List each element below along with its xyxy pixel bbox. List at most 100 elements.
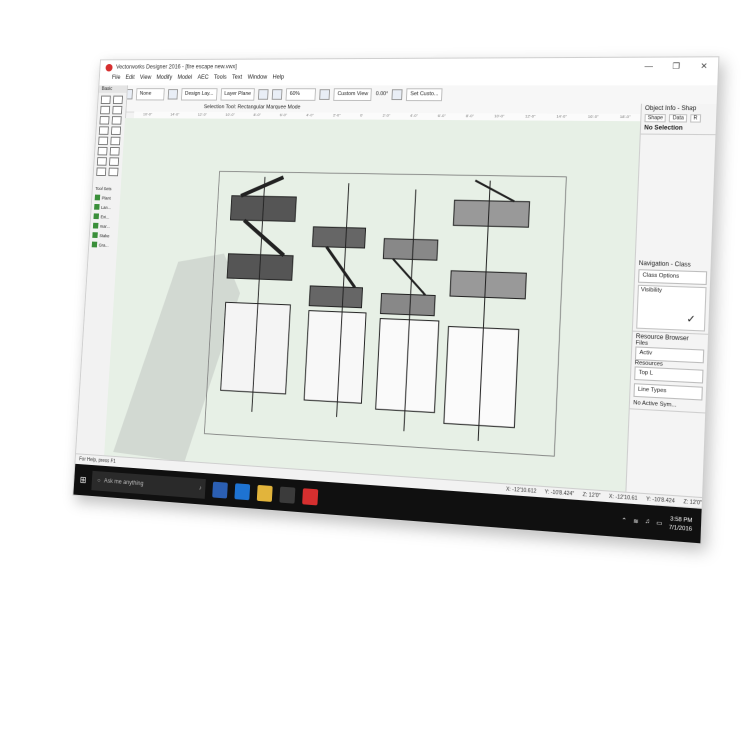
- line-tool-icon[interactable]: [99, 126, 109, 134]
- layer-dropdown[interactable]: Design Lay...: [181, 88, 217, 100]
- angle-value[interactable]: 0.00°: [376, 91, 389, 97]
- window-controls: — ❐ ✕: [635, 61, 718, 71]
- maximize-button[interactable]: ❐: [662, 61, 690, 70]
- oval-tool-icon[interactable]: [109, 157, 119, 166]
- cortana-icon: ○: [97, 478, 101, 484]
- visibility-list[interactable]: Visibility ✓: [636, 285, 706, 332]
- tab-render[interactable]: R: [690, 114, 701, 122]
- toolset-grade[interactable]: Gra...: [89, 240, 118, 250]
- line-types-item[interactable]: Line Types: [633, 383, 702, 400]
- tab-shape[interactable]: Shape: [644, 114, 666, 122]
- zoom-icon[interactable]: [272, 89, 283, 100]
- microphone-icon[interactable]: ♪: [199, 486, 206, 492]
- chevron-up-icon[interactable]: ⌃: [621, 516, 627, 524]
- drawing-area[interactable]: [104, 118, 641, 493]
- menu-text[interactable]: Text: [232, 75, 243, 85]
- ruler-tick: 2'-0": [333, 113, 341, 120]
- panel-spacer: [636, 135, 716, 261]
- arc-tool-icon[interactable]: [97, 147, 107, 156]
- visible-check-icon[interactable]: ✓: [686, 314, 696, 326]
- selection-status: No Selection: [644, 125, 713, 132]
- task-view-icon[interactable]: [212, 482, 228, 499]
- x-coordinate-2: X: -12'10.61: [609, 494, 638, 502]
- existing-icon: [93, 213, 99, 219]
- window-title: Vectorworks Designer 2016 - [fire escape…: [116, 64, 237, 70]
- ruler-tick: 18'-0": [620, 114, 631, 121]
- palette-title: Basic: [99, 85, 127, 92]
- clock[interactable]: 3:58 PM 7/1/2016: [669, 515, 693, 534]
- menu-view[interactable]: View: [139, 75, 151, 85]
- navigation-title: Navigation - Class: [639, 261, 708, 269]
- menu-help[interactable]: Help: [272, 75, 284, 86]
- z-coordinate-2: Z: 12'0": [683, 499, 702, 507]
- minimize-button[interactable]: —: [635, 61, 663, 70]
- menu-tools[interactable]: Tools: [213, 75, 226, 85]
- ruler-tick: 16'-0": [588, 114, 599, 121]
- vectorworks-icon: [105, 64, 112, 71]
- toolset-label: Exi...: [100, 214, 109, 219]
- wifi-icon[interactable]: ≋: [633, 517, 639, 525]
- ruler-tick: 10'-0": [494, 113, 505, 120]
- polygon-tool-icon[interactable]: [110, 147, 120, 156]
- zoom-dropdown[interactable]: 60%: [286, 88, 317, 101]
- file-explorer-icon[interactable]: [257, 485, 273, 502]
- class-dropdown[interactable]: None: [136, 88, 165, 100]
- ruler-tick: 0': [360, 113, 363, 120]
- circle-tool-icon[interactable]: [110, 137, 120, 146]
- layer-icon[interactable]: [168, 89, 178, 99]
- zoom-tool-icon[interactable]: [112, 106, 122, 114]
- y-coordinate: Y: -10'8.424": [545, 489, 575, 497]
- object-info-title: Object Info - Shap: [645, 106, 713, 112]
- windows-start-icon[interactable]: ⊞: [74, 474, 92, 486]
- eyedropper-tool-icon[interactable]: [96, 167, 106, 176]
- grade-icon: [92, 242, 98, 248]
- class-options-dropdown[interactable]: Class Options: [638, 269, 707, 285]
- menu-file[interactable]: File: [111, 75, 120, 85]
- navigation-panel: Navigation - Class Class Options Visibil…: [633, 259, 711, 335]
- menu-modify[interactable]: Modify: [156, 75, 172, 85]
- dimension-tool-icon[interactable]: [111, 126, 121, 135]
- set-custom-dropdown[interactable]: Set Custo...: [406, 88, 442, 101]
- fire-escape-drawing: [104, 118, 641, 493]
- store-icon[interactable]: [279, 487, 295, 504]
- notifications-icon[interactable]: ▭: [656, 519, 662, 527]
- right-palettes: Object Info - Shap Shape Data R No Selec…: [625, 104, 716, 498]
- menu-window[interactable]: Window: [247, 75, 267, 86]
- attribute-tool-icon[interactable]: [108, 168, 118, 177]
- pan-tool-icon[interactable]: [113, 96, 123, 104]
- stake-icon: [92, 232, 98, 238]
- resources-dropdown[interactable]: Top L: [634, 366, 703, 383]
- close-button[interactable]: ✕: [690, 61, 718, 70]
- polyline-tool-icon[interactable]: [97, 157, 107, 166]
- ruler-tick: 6'-0": [438, 113, 446, 120]
- edge-icon[interactable]: [234, 483, 250, 500]
- flyover-tool-icon[interactable]: [100, 106, 110, 114]
- menu-aec[interactable]: AEC: [197, 75, 209, 85]
- title-bar: Vectorworks Designer 2016 - [fire escape…: [100, 57, 718, 75]
- tool-sets-label: Tool Sets: [95, 186, 111, 191]
- x-coordinate: X: -12'10.612: [506, 486, 537, 494]
- selection-tool-icon[interactable]: [101, 96, 111, 104]
- active-symbol: No Active Sym...: [633, 400, 702, 410]
- menu-edit[interactable]: Edit: [125, 75, 135, 85]
- cortana-search[interactable]: ○ Ask me anything ♪: [91, 471, 206, 499]
- callout-tool-icon[interactable]: [112, 116, 122, 124]
- ruler-tick: 14'-0": [556, 114, 567, 121]
- toolset-label: Gra...: [99, 242, 109, 247]
- text-tool-icon[interactable]: [99, 116, 109, 124]
- ruler-tick: 4'-0": [410, 113, 418, 120]
- tool-sets: Tool Sets Plant Lan... Exi... mar... Sta…: [89, 184, 121, 250]
- toolset-label: mar...: [100, 223, 110, 228]
- saved-views-icon[interactable]: [392, 89, 403, 100]
- z-coordinate: Z: 12'0": [582, 492, 600, 500]
- menu-model[interactable]: Model: [177, 75, 192, 85]
- plane-dropdown[interactable]: Layer Plane: [220, 88, 255, 100]
- tab-data[interactable]: Data: [669, 114, 687, 122]
- vectorworks-taskbar-icon[interactable]: [302, 488, 318, 505]
- view-dropdown[interactable]: Custom View: [333, 88, 372, 101]
- ruler-tick: 8'-0": [466, 113, 474, 120]
- rectangle-tool-icon[interactable]: [98, 137, 108, 146]
- render-icon[interactable]: [258, 89, 269, 100]
- view-icon[interactable]: [319, 89, 330, 100]
- volume-icon[interactable]: ♫: [645, 519, 650, 526]
